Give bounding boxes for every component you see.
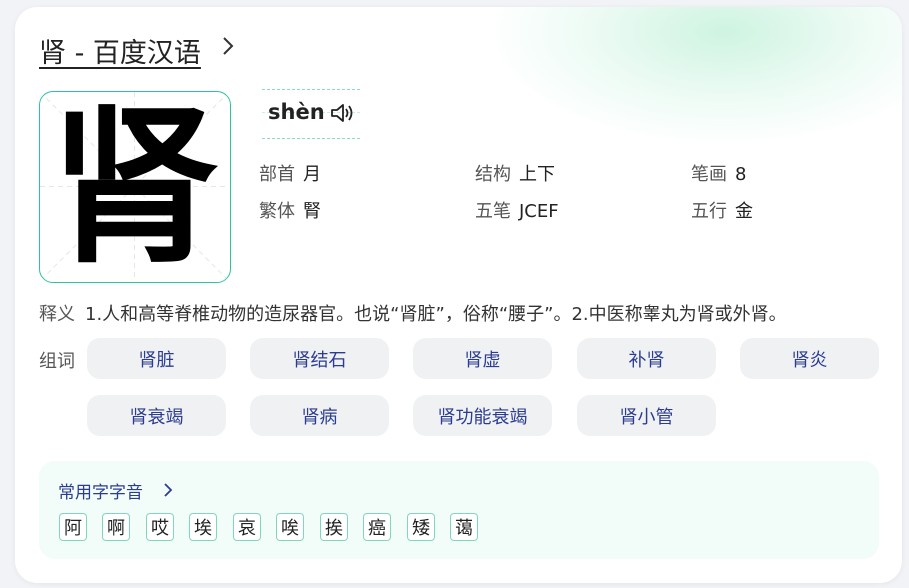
word-chip[interactable]: 补肾 [577, 338, 716, 379]
chevron-right-icon[interactable] [222, 35, 234, 57]
attr-wuxing: 五行金 [691, 197, 753, 223]
common-chars-panel: 常用字字音 阿 啊 哎 埃 哀 唉 挨 癌 矮 蔼 [39, 461, 879, 559]
attr-strokes: 笔画 8 [691, 160, 746, 186]
word-chip[interactable]: 肾病 [250, 395, 389, 436]
common-char[interactable]: 蔼 [450, 513, 478, 541]
common-char[interactable]: 哎 [146, 513, 174, 541]
big-character: 肾 [49, 91, 220, 283]
word-chip[interactable]: 肾功能衰竭 [413, 395, 552, 436]
attr-strokes-key: 笔画 [691, 164, 727, 185]
page-title-link[interactable]: 肾 - 百度汉语 [39, 31, 201, 70]
common-char[interactable]: 埃 [189, 513, 217, 541]
pinyin-box: shèn [262, 89, 360, 139]
attr-strokes-value: 8 [735, 164, 747, 185]
header-glow [485, 7, 902, 147]
attr-radical-key: 部首 [259, 164, 295, 185]
word-chip[interactable]: 肾脏 [87, 338, 226, 379]
definition-label: 释义 [39, 304, 75, 325]
common-char[interactable]: 癌 [363, 513, 391, 541]
attr-traditional: 繁体腎 [259, 197, 321, 223]
common-char[interactable]: 矮 [407, 513, 435, 541]
attr-radical-value: 月 [303, 164, 321, 185]
character-card: 肾 - 百度汉语 肾 shèn 部首月 结构 上下 笔画 8 繁体腎 五笔 JCEF [15, 7, 902, 583]
word-chip[interactable]: 肾衰竭 [87, 395, 226, 436]
attr-traditional-value: 腎 [303, 201, 321, 222]
words-label: 组词 [39, 351, 75, 372]
word-chip[interactable]: 肾炎 [740, 338, 879, 379]
common-char[interactable]: 唉 [276, 513, 304, 541]
character-grid-box: 肾 [39, 91, 231, 283]
attr-radical: 部首月 [259, 160, 321, 186]
pinyin-text: shèn [268, 100, 325, 124]
attr-wubi-key: 五笔 [475, 201, 511, 222]
definition-text: 1.人和高等脊椎动物的造尿器官。也说“肾脏”，俗称“腰子”。2.中医称睾丸为肾或… [85, 304, 787, 325]
common-char[interactable]: 啊 [102, 513, 130, 541]
attr-structure-key: 结构 [475, 164, 511, 185]
common-chars-link[interactable]: 常用字字音 [58, 478, 143, 503]
chevron-right-icon[interactable] [163, 481, 173, 499]
attr-structure: 结构 上下 [475, 160, 555, 186]
common-char[interactable]: 哀 [233, 513, 261, 541]
common-char[interactable]: 阿 [59, 513, 87, 541]
word-chip[interactable]: 肾结石 [250, 338, 389, 379]
word-chip[interactable]: 肾小管 [577, 395, 716, 436]
definition: 释义 1.人和高等脊椎动物的造尿器官。也说“肾脏”，俗称“腰子”。2.中医称睾丸为… [39, 300, 787, 326]
attr-wuxing-key: 五行 [691, 201, 727, 222]
speaker-icon[interactable] [330, 102, 356, 124]
common-char[interactable]: 挨 [320, 513, 348, 541]
attr-structure-value: 上下 [519, 164, 555, 185]
attr-wubi-value: JCEF [519, 201, 559, 222]
word-chip[interactable]: 肾虚 [413, 338, 552, 379]
attr-wubi: 五笔 JCEF [475, 197, 559, 223]
attr-wuxing-value: 金 [735, 201, 753, 222]
attr-traditional-key: 繁体 [259, 201, 295, 222]
